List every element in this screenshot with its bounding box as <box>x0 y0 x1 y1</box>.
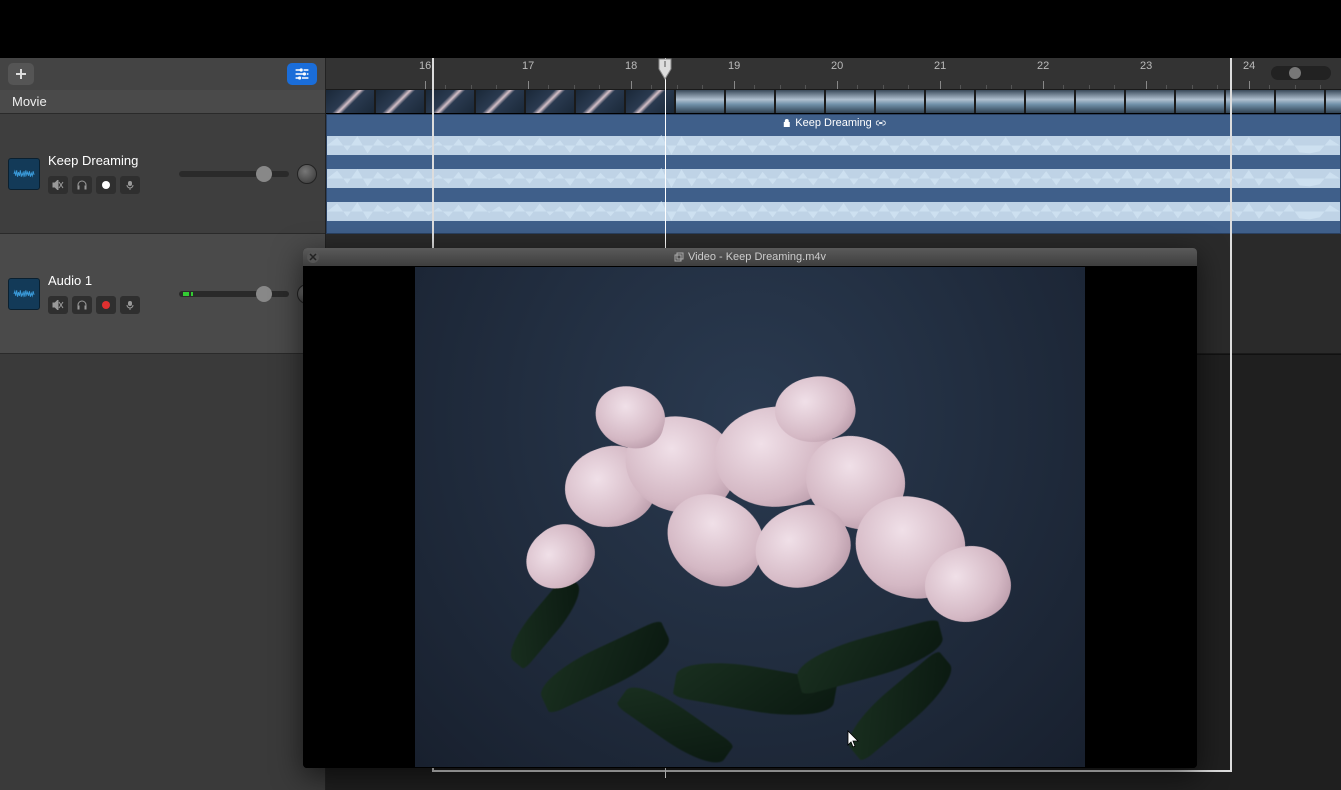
movie-row[interactable]: Movie <box>0 90 325 114</box>
ruler-bar-mark: 24 <box>1243 58 1255 89</box>
close-icon <box>309 253 317 261</box>
video-frame <box>415 267 1085 767</box>
record-enable-button[interactable] <box>96 176 116 194</box>
movie-label: Movie <box>12 94 47 109</box>
record-enable-button[interactable] <box>96 296 116 314</box>
ruler-bar-number: 21 <box>934 60 946 72</box>
ruler-bar-number: 24 <box>1243 60 1255 72</box>
video-window-title: Video - Keep Dreaming.m4v <box>688 251 826 263</box>
input-monitor-button[interactable] <box>120 176 140 194</box>
popout-icon <box>674 252 684 262</box>
ruler-bar-mark: 16 <box>419 58 431 89</box>
waveform-icon <box>13 167 35 181</box>
waveform-display <box>327 129 1340 229</box>
track-type-icon <box>8 158 40 190</box>
video-thumbnail[interactable] <box>576 90 624 114</box>
ruler-bar-mark: 23 <box>1140 58 1152 89</box>
video-thumbnail[interactable] <box>626 90 674 114</box>
record-dot-icon <box>102 301 110 309</box>
video-thumbnail[interactable] <box>1226 90 1274 114</box>
video-thumbnail[interactable] <box>1026 90 1074 114</box>
track-filter-button[interactable] <box>287 63 317 85</box>
ruler-bar-number: 22 <box>1037 60 1049 72</box>
slider-thumb[interactable] <box>1289 67 1301 79</box>
microphone-icon <box>125 180 135 190</box>
volume-slider[interactable] <box>179 171 289 177</box>
video-thumbnail[interactable] <box>776 90 824 114</box>
close-button[interactable] <box>307 251 319 263</box>
video-thumbnail-strip[interactable] <box>326 90 1341 114</box>
ruler-bar-mark: 19 <box>728 58 740 89</box>
video-thumbnail[interactable] <box>1126 90 1174 114</box>
headphones-icon <box>76 300 88 310</box>
clip-header: Keep Dreaming <box>781 117 885 129</box>
waveform-icon <box>13 287 35 301</box>
headphones-icon <box>76 180 88 190</box>
video-thumbnail[interactable] <box>1176 90 1224 114</box>
microphone-icon <box>125 300 135 310</box>
video-thumbnail[interactable] <box>476 90 524 114</box>
record-dot-icon <box>102 181 110 189</box>
track-name: Keep Dreaming <box>48 153 148 168</box>
ruler-bar-number: 18 <box>625 60 637 72</box>
slider-thumb[interactable] <box>256 286 272 302</box>
zoom-slider[interactable] <box>1271 66 1331 80</box>
video-content <box>303 266 1197 768</box>
video-thumbnail[interactable] <box>1276 90 1324 114</box>
plus-icon <box>15 68 27 80</box>
video-thumbnail[interactable] <box>826 90 874 114</box>
video-thumbnail[interactable] <box>726 90 774 114</box>
video-preview-window[interactable]: Video - Keep Dreaming.m4v <box>303 248 1197 768</box>
ruler-bar-number: 17 <box>522 60 534 72</box>
ruler-bar-mark: 22 <box>1037 58 1049 89</box>
video-thumbnail[interactable] <box>1076 90 1124 114</box>
ruler-bar-number: 19 <box>728 60 740 72</box>
timeline-ruler[interactable]: 16 17 18 19 20 21 22 23 24 <box>326 58 1341 90</box>
monitor-button[interactable] <box>72 176 92 194</box>
track-header-panel: Movie Keep Dreaming <box>0 58 326 790</box>
video-thumbnail[interactable] <box>526 90 574 114</box>
ruler-bar-number: 20 <box>831 60 843 72</box>
volume-slider[interactable] <box>179 291 289 297</box>
filter-icon <box>294 67 310 81</box>
track-header-keep-dreaming[interactable]: Keep Dreaming <box>0 114 325 234</box>
pan-knob[interactable] <box>297 164 317 184</box>
mute-button[interactable] <box>48 176 68 194</box>
video-thumbnail[interactable] <box>1326 90 1341 114</box>
ruler-bar-mark: 21 <box>934 58 946 89</box>
ruler-bar-number: 23 <box>1140 60 1152 72</box>
mute-button[interactable] <box>48 296 68 314</box>
video-thumbnail[interactable] <box>676 90 724 114</box>
clip-name: Keep Dreaming <box>795 117 871 129</box>
slider-thumb[interactable] <box>256 166 272 182</box>
video-thumbnail[interactable] <box>326 90 374 114</box>
video-window-titlebar[interactable]: Video - Keep Dreaming.m4v <box>303 248 1197 266</box>
ruler-bar-mark: 20 <box>831 58 843 89</box>
mute-icon <box>52 300 64 310</box>
video-thumbnail[interactable] <box>976 90 1024 114</box>
track-type-icon <box>8 278 40 310</box>
ruler-bar-number: 16 <box>419 60 431 72</box>
input-monitor-button[interactable] <box>120 296 140 314</box>
track-name: Audio 1 <box>48 273 148 288</box>
track-toolbar <box>0 58 325 90</box>
video-thumbnail[interactable] <box>426 90 474 114</box>
ruler-bar-mark: 17 <box>522 58 534 89</box>
top-black-bar <box>0 0 1341 58</box>
video-thumbnail[interactable] <box>376 90 424 114</box>
audio-clip-keep-dreaming[interactable]: Keep Dreaming <box>326 114 1341 234</box>
add-track-button[interactable] <box>8 63 34 85</box>
monitor-button[interactable] <box>72 296 92 314</box>
video-thumbnail[interactable] <box>876 90 924 114</box>
ruler-bar-mark: 18 <box>625 58 637 89</box>
lock-icon <box>781 118 791 128</box>
link-icon <box>876 118 886 128</box>
track-header-audio-1[interactable]: Audio 1 <box>0 234 325 354</box>
video-thumbnail[interactable] <box>926 90 974 114</box>
mute-icon <box>52 180 64 190</box>
